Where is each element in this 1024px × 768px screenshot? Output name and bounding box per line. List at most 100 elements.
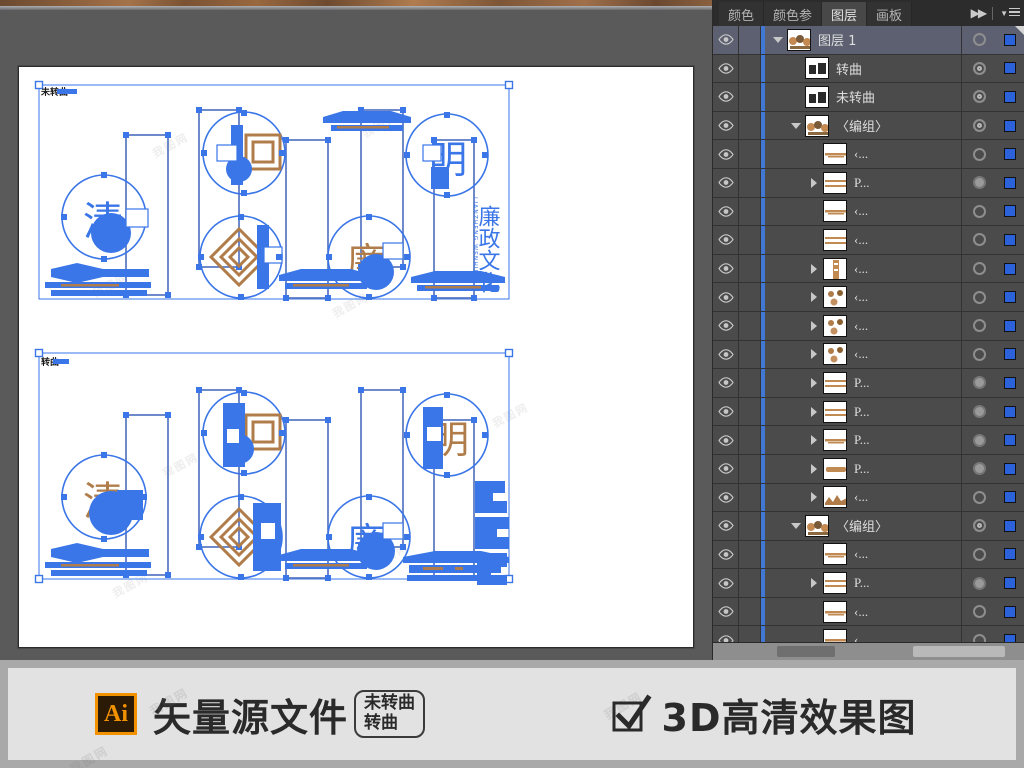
eye-icon[interactable]	[713, 340, 739, 369]
layer-main-cell[interactable]: ‹...	[765, 340, 962, 369]
layer-row[interactable]: 〈编组〉	[713, 111, 1024, 141]
target-indicator[interactable]	[962, 455, 996, 483]
selection-swatch[interactable]	[996, 83, 1024, 111]
target-indicator[interactable]	[962, 598, 996, 626]
layer-row[interactable]: 〈编组〉	[713, 512, 1024, 541]
layer-row[interactable]: ‹...	[713, 483, 1024, 513]
layer-main-cell[interactable]: 未转曲	[765, 83, 962, 111]
target-indicator[interactable]	[962, 426, 996, 454]
layer-list[interactable]: 图层 1 转曲 未转曲 〈编组〉 ‹... P... ‹... ‹... ‹... ‹... ‹..…	[713, 26, 1024, 642]
selection-swatch[interactable]	[996, 484, 1024, 512]
eye-icon[interactable]	[713, 454, 739, 483]
target-indicator[interactable]	[962, 484, 996, 512]
horizontal-scrollbar-track[interactable]	[777, 646, 835, 657]
target-indicator[interactable]	[962, 26, 996, 54]
selection-swatch[interactable]	[996, 541, 1024, 569]
lock-toggle[interactable]	[739, 397, 761, 426]
chevron-down-icon[interactable]	[787, 122, 805, 129]
lock-toggle[interactable]	[739, 340, 761, 369]
layer-row[interactable]: ‹...	[713, 197, 1024, 227]
selection-swatch[interactable]	[996, 55, 1024, 83]
target-indicator[interactable]	[962, 226, 996, 254]
layer-main-cell[interactable]: P...	[765, 397, 962, 426]
horizontal-scrollbar-thumb[interactable]	[913, 646, 1005, 657]
layer-row[interactable]: 未转曲	[713, 83, 1024, 112]
lock-toggle[interactable]	[739, 426, 761, 454]
selection-swatch[interactable]	[996, 112, 1024, 140]
eye-icon[interactable]	[713, 83, 739, 111]
eye-icon[interactable]	[713, 311, 739, 340]
selection-swatch[interactable]	[996, 198, 1024, 226]
lock-toggle[interactable]	[739, 54, 761, 83]
lock-toggle[interactable]	[739, 540, 761, 569]
layer-main-cell[interactable]: ‹...	[765, 483, 962, 512]
layer-row[interactable]: P...	[713, 426, 1024, 455]
chevron-down-icon[interactable]	[787, 522, 805, 529]
eye-icon[interactable]	[713, 111, 739, 140]
lock-toggle[interactable]	[739, 168, 761, 197]
layer-row[interactable]: ‹...	[713, 311, 1024, 341]
layer-main-cell[interactable]: 转曲	[765, 54, 962, 83]
layer-main-cell[interactable]: ‹...	[765, 140, 962, 168]
selection-swatch[interactable]	[996, 226, 1024, 254]
lock-toggle[interactable]	[739, 140, 761, 168]
layer-main-cell[interactable]: ‹...	[765, 226, 962, 254]
target-indicator[interactable]	[962, 83, 996, 111]
chevron-right-icon[interactable]	[805, 377, 823, 388]
selection-swatch[interactable]	[996, 140, 1024, 168]
canvas-area[interactable]: 我图网 我图网 我图网 我图网 我图网 我图网 我图网 我图网	[0, 10, 712, 660]
tab-color[interactable]: 颜色	[719, 2, 765, 26]
layer-main-cell[interactable]: ‹...	[765, 540, 962, 569]
eye-icon[interactable]	[713, 26, 739, 54]
lock-toggle[interactable]	[739, 83, 761, 111]
chevron-right-icon[interactable]	[805, 320, 823, 331]
lock-toggle[interactable]	[739, 254, 761, 283]
lock-toggle[interactable]	[739, 569, 761, 597]
target-indicator[interactable]	[962, 312, 996, 340]
lock-toggle[interactable]	[739, 111, 761, 140]
layer-main-cell[interactable]: ‹...	[765, 311, 962, 340]
lock-toggle[interactable]	[739, 369, 761, 397]
target-indicator[interactable]	[962, 369, 996, 397]
layer-main-cell[interactable]: ‹...	[765, 597, 962, 626]
layer-main-cell[interactable]: ‹...	[765, 626, 962, 642]
lock-toggle[interactable]	[739, 283, 761, 311]
layer-main-cell[interactable]: P...	[765, 454, 962, 483]
eye-icon[interactable]	[713, 226, 739, 254]
chevron-right-icon[interactable]	[805, 263, 823, 274]
selection-swatch[interactable]	[996, 598, 1024, 626]
eye-icon[interactable]	[713, 512, 739, 540]
eye-icon[interactable]	[713, 397, 739, 426]
chevron-right-icon[interactable]	[805, 578, 823, 589]
target-indicator[interactable]	[962, 341, 996, 369]
layer-main-cell[interactable]: ‹...	[765, 197, 962, 226]
target-indicator[interactable]	[962, 541, 996, 569]
layer-row[interactable]: 转曲	[713, 54, 1024, 84]
selection-swatch[interactable]	[996, 283, 1024, 311]
selection-swatch[interactable]	[996, 369, 1024, 397]
lock-toggle[interactable]	[739, 26, 761, 54]
selection-swatch[interactable]	[996, 455, 1024, 483]
target-indicator[interactable]	[962, 255, 996, 283]
target-indicator[interactable]	[962, 55, 996, 83]
selection-swatch[interactable]	[996, 169, 1024, 197]
chevron-right-icon[interactable]	[805, 292, 823, 303]
chevron-right-icon[interactable]	[805, 492, 823, 503]
vector-artwork[interactable]: 未转曲 明 廉政文化 LIANZHENG WENHUA 转曲 明	[31, 77, 681, 637]
layer-row[interactable]: ‹...	[713, 283, 1024, 312]
selection-swatch[interactable]	[996, 398, 1024, 426]
layer-main-cell[interactable]: 〈编组〉	[765, 111, 962, 140]
selection-swatch[interactable]	[996, 426, 1024, 454]
layer-row[interactable]: P...	[713, 569, 1024, 598]
selection-swatch[interactable]	[996, 255, 1024, 283]
layer-main-cell[interactable]: P...	[765, 369, 962, 397]
selection-swatch[interactable]	[996, 312, 1024, 340]
eye-icon[interactable]	[713, 140, 739, 168]
tab-layers[interactable]: 图层	[822, 2, 868, 26]
layer-row[interactable]: 图层 1	[713, 26, 1024, 55]
eye-icon[interactable]	[713, 254, 739, 283]
chevron-right-icon[interactable]	[805, 435, 823, 446]
eye-icon[interactable]	[713, 54, 739, 83]
layer-row[interactable]: ‹...	[713, 540, 1024, 570]
layer-row[interactable]: ‹...	[713, 626, 1024, 642]
